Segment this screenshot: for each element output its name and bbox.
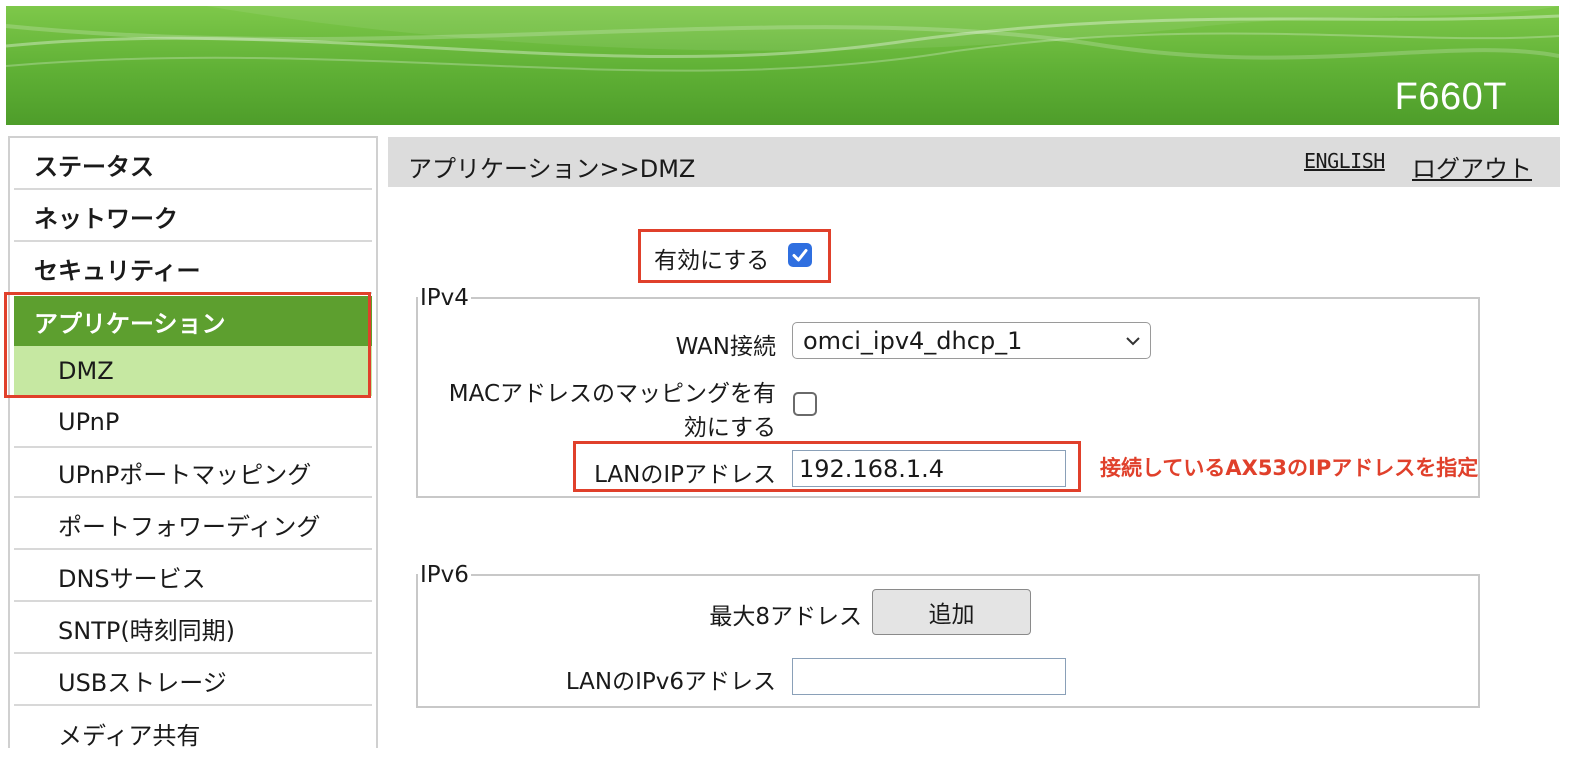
ipv4-legend: IPv4 (418, 285, 471, 311)
lan-ip-label: LANのIPアドレス (594, 462, 776, 488)
sidebar-item-upnp[interactable]: UPnP (14, 398, 372, 448)
max-addresses-label: 最大8アドレス (709, 604, 862, 630)
sidebar-item-media-share[interactable]: メディア共有 (14, 708, 372, 758)
wan-connection-label: WAN接続 (675, 334, 776, 360)
chevron-down-icon (1126, 337, 1140, 346)
enable-checkbox[interactable] (788, 243, 812, 267)
breadcrumb: アプリケーション>>DMZ (408, 155, 696, 183)
annotation-text: 接続しているAX53のIPアドレスを指定 (1100, 456, 1479, 480)
english-link[interactable]: ENGLISH (1304, 149, 1385, 173)
sidebar-item-security[interactable]: セキュリティー (14, 244, 372, 294)
wan-connection-value: omci_ipv4_dhcp_1 (803, 326, 1023, 355)
lan-ipv6-input[interactable] (792, 658, 1066, 695)
wan-connection-select[interactable]: omci_ipv4_dhcp_1 (792, 322, 1151, 359)
banner-wave-decoration (6, 6, 1559, 72)
lan-ip-value: 192.168.1.4 (799, 454, 945, 483)
sidebar-item-sntp[interactable]: SNTP(時刻同期) (14, 604, 372, 654)
sidebar-item-dns-service[interactable]: DNSサービス (14, 552, 372, 602)
lan-ip-input[interactable]: 192.168.1.4 (792, 450, 1066, 487)
content-header: アプリケーション>>DMZ ENGLISH ログアウト (388, 137, 1560, 187)
mac-mapping-label-line1: MACアドレスのマッピングを有 (448, 381, 776, 407)
add-button[interactable]: 追加 (872, 589, 1031, 635)
sidebar-item-dmz[interactable]: DMZ (14, 346, 372, 396)
logout-link[interactable]: ログアウト (1412, 149, 1532, 184)
header-banner: F660T (6, 6, 1559, 125)
sidebar: ステータス ネットワーク セキュリティー アプリケーション DMZ UPnP U… (8, 136, 378, 750)
enable-label: 有効にする (654, 248, 770, 274)
sidebar-item-application[interactable]: アプリケーション (14, 296, 372, 346)
model-name: F660T (1394, 76, 1507, 118)
mac-mapping-label-line2: 効にする (683, 415, 776, 441)
sidebar-item-status[interactable]: ステータス (14, 140, 372, 190)
sidebar-item-usb-storage[interactable]: USBストレージ (14, 656, 372, 706)
sidebar-item-upnp-port-mapping[interactable]: UPnPポートマッピング (14, 448, 372, 498)
lan-ipv6-label: LANのIPv6アドレス (565, 669, 776, 695)
mac-mapping-checkbox[interactable] (793, 392, 817, 416)
sidebar-item-port-forwarding[interactable]: ポートフォワーディング (14, 500, 372, 550)
sidebar-item-network[interactable]: ネットワーク (14, 192, 372, 242)
ipv6-legend: IPv6 (418, 562, 471, 588)
checkmark-icon (792, 249, 808, 262)
